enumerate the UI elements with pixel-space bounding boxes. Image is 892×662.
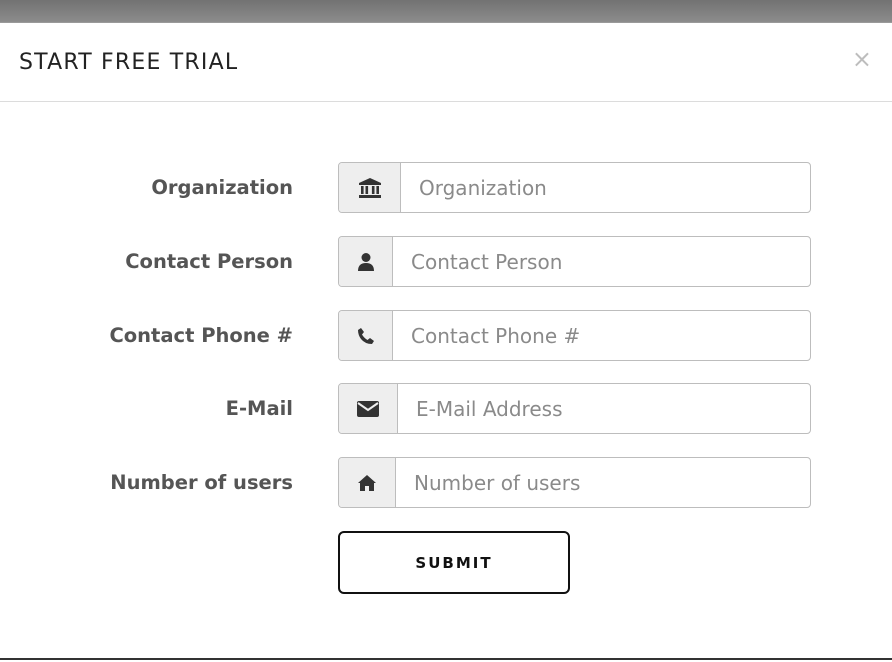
form-row-organization: Organization [0,162,892,213]
contact-person-input[interactable] [393,237,810,286]
close-button[interactable]: × [852,47,872,71]
contact-phone-label: Contact Phone # [109,324,293,347]
form-row-number-of-users: Number of users [0,457,892,508]
bank-icon [339,163,401,212]
user-icon [339,237,393,286]
page-backdrop [0,0,892,22]
phone-icon [339,311,393,360]
number-of-users-input-group [338,457,811,508]
form-row-email: E-Mail [0,383,892,434]
contact-phone-input[interactable] [393,311,810,360]
form-row-contact-phone: Contact Phone # [0,310,892,361]
home-icon [339,458,396,507]
email-input[interactable] [398,384,810,433]
submit-button[interactable]: SUBMIT [338,531,570,594]
number-of-users-label: Number of users [110,471,293,494]
modal-title: START FREE TRIAL [19,50,239,75]
organization-input[interactable] [401,163,810,212]
envelope-icon [339,384,398,433]
start-free-trial-modal: START FREE TRIAL × Organization Contact … [0,22,892,660]
email-label: E-Mail [225,397,293,420]
contact-person-input-group [338,236,811,287]
organization-input-group [338,162,811,213]
modal-header: START FREE TRIAL × [0,23,892,102]
contact-phone-input-group [338,310,811,361]
contact-person-label: Contact Person [125,250,293,273]
organization-label: Organization [151,176,293,199]
email-input-group [338,383,811,434]
number-of-users-input[interactable] [396,458,810,507]
form-row-contact-person: Contact Person [0,236,892,287]
